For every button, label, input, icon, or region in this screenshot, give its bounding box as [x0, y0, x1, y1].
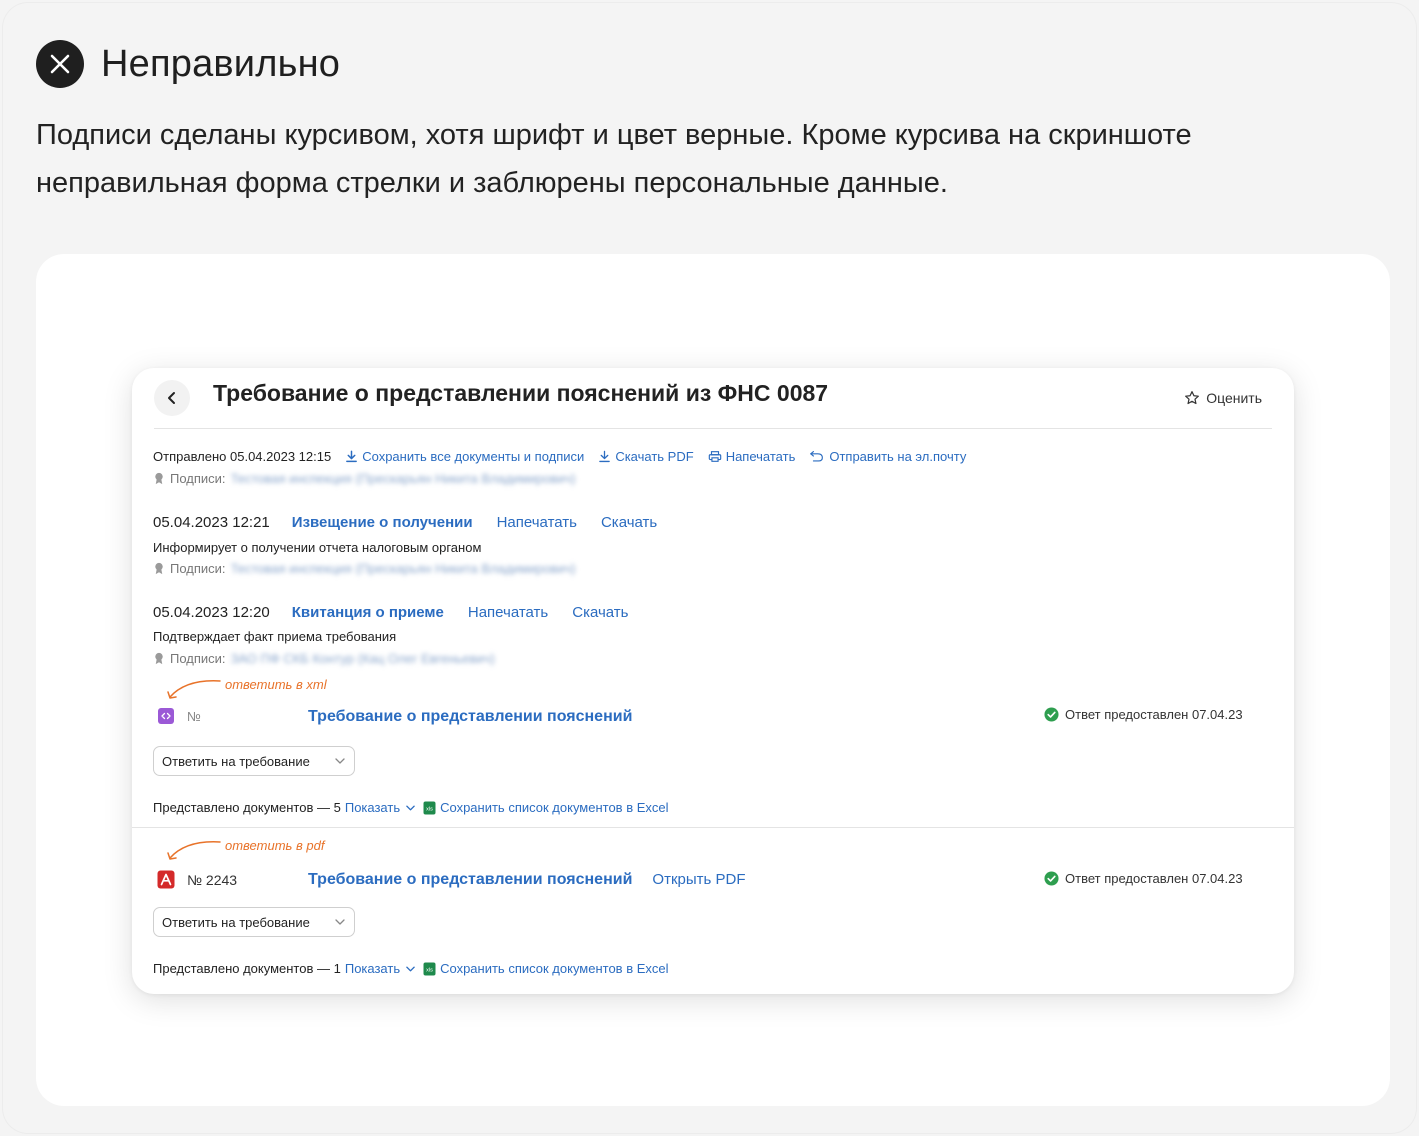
save-all-button[interactable]: Сохранить все документы и подписи	[345, 449, 584, 464]
forward-icon	[810, 451, 824, 462]
print-link[interactable]: Напечатать	[497, 514, 577, 531]
seal-icon	[155, 652, 163, 665]
heading-title: Неправильно	[101, 42, 341, 85]
example-panel: Неправильно Подписи сделаны курсивом, хо…	[2, 2, 1417, 1134]
save-all-label: Сохранить все документы и подписи	[362, 449, 585, 464]
pdf-file-icon	[157, 870, 175, 889]
status: Ответ предоставлен 07.04.23	[1044, 707, 1243, 722]
divider	[154, 428, 1272, 429]
blurred-signature: Тестовая инспекция (Прескарьян Никита Вл…	[230, 561, 576, 576]
requirement-doc-link[interactable]: Требование о представлении пояснений	[308, 871, 632, 889]
back-button[interactable]	[154, 380, 190, 416]
show-link[interactable]: Показать	[345, 961, 400, 976]
status-label: Ответ предоставлен 07.04.23	[1065, 707, 1243, 722]
excel-icon: xls	[423, 801, 436, 814]
signatures-label: Подписи:	[170, 471, 226, 486]
documents-count: Представлено документов — 5	[153, 800, 341, 815]
event-row: 05.04.2023 12:20 Квитанция о приеме Напе…	[153, 604, 628, 621]
check-circle-icon	[1044, 707, 1059, 722]
status: Ответ предоставлен 07.04.23	[1044, 871, 1243, 886]
description: Подписи сделаны курсивом, хотя шрифт и ц…	[36, 119, 1192, 199]
send-email-button[interactable]: Отправить на эл.почту	[809, 449, 966, 464]
event-date: 05.04.2023 12:21	[153, 514, 270, 531]
chevron-down-icon	[406, 966, 415, 971]
seal-icon	[155, 562, 163, 575]
sent-label: Отправлено 05.04.2023 12:15	[153, 449, 332, 464]
requirement-number: №	[187, 709, 201, 724]
close-icon	[36, 40, 84, 88]
event-description: Подтверждает факт приема требования	[153, 629, 397, 644]
reply-dropdown[interactable]: Ответить на требование	[153, 746, 355, 776]
print-button[interactable]: Напечатать	[708, 449, 796, 464]
document-screenshot: Требование о представлении пояснений из …	[132, 368, 1294, 994]
event-description: Информирует о получении отчета налоговым…	[153, 540, 482, 555]
reply-dropdown[interactable]: Ответить на требование	[153, 907, 355, 937]
blurred-signature: ЗАО ПФ СКБ Контур (Кац Олег Евгеньевич)	[230, 651, 495, 666]
excel-icon: xls	[423, 962, 436, 975]
doc-link[interactable]: Квитанция о приеме	[292, 604, 444, 621]
chevron-down-icon	[335, 758, 345, 764]
download-pdf-button[interactable]: Скачать PDF	[598, 449, 694, 464]
example-card: Требование о представлении пояснений из …	[36, 254, 1390, 1106]
seal-icon	[155, 472, 163, 485]
svg-text:xls: xls	[426, 806, 433, 812]
signatures-row: Подписи: Тестовая инспекция (Прескарьян …	[153, 471, 576, 486]
annotation-arrow-icon	[167, 680, 221, 699]
event-row: 05.04.2023 12:21 Извещение о получении Н…	[153, 514, 657, 531]
rate-label: Оценить	[1206, 390, 1262, 406]
send-email-label: Отправить на эл.почту	[829, 449, 967, 464]
documents-footer: Представлено документов — 1 Показать xls…	[153, 961, 669, 976]
svg-text:xls: xls	[426, 967, 433, 973]
print-link[interactable]: Напечатать	[468, 604, 548, 621]
page-title: Требование о представлении пояснений из …	[213, 380, 829, 406]
dropdown-label: Ответить на требование	[162, 914, 310, 930]
dropdown-label: Ответить на требование	[162, 753, 310, 769]
chevron-down-icon	[335, 919, 345, 925]
toolbar: Отправлено 05.04.2023 12:15 Сохранить вс…	[153, 449, 966, 464]
download-link[interactable]: Скачать	[572, 604, 628, 621]
signatures-label: Подписи:	[170, 561, 226, 576]
show-link[interactable]: Показать	[345, 800, 400, 815]
check-circle-icon	[1044, 871, 1059, 886]
requirement-doc-link[interactable]: Требование о представлении пояснений	[308, 708, 632, 726]
signatures-label: Подписи:	[170, 651, 226, 666]
save-excel-link[interactable]: Сохранить список документов в Excel	[440, 961, 668, 976]
chevron-left-icon	[168, 392, 175, 404]
rate-button[interactable]: Оценить	[1184, 390, 1262, 406]
annotation-label: ответить в xml	[225, 677, 327, 692]
annotation-label: ответить в pdf	[225, 838, 325, 853]
requirement-row: Требование о представлении пояснений Отк…	[308, 871, 745, 889]
signatures-row: Подписи: Тестовая инспекция (Прескарьян …	[153, 561, 576, 576]
download-pdf-label: Скачать PDF	[615, 449, 694, 464]
open-pdf-link[interactable]: Открыть PDF	[652, 871, 745, 888]
blurred-signature: Тестовая инспекция (Прескарьян Никита Вл…	[230, 471, 576, 486]
chevron-down-icon	[406, 805, 415, 810]
status-label: Ответ предоставлен 07.04.23	[1065, 871, 1243, 886]
download-icon	[599, 450, 611, 463]
printer-icon	[708, 451, 721, 462]
heading: Неправильно	[36, 40, 340, 88]
documents-count: Представлено документов — 1	[153, 961, 341, 976]
download-icon	[346, 450, 358, 463]
event-date: 05.04.2023 12:20	[153, 604, 270, 621]
requirement-number: № 2243	[187, 872, 238, 888]
annotation-arrow-icon	[167, 841, 221, 860]
documents-footer: Представлено документов — 5 Показать xls…	[153, 800, 669, 815]
xml-file-icon	[158, 708, 174, 724]
signatures-row: Подписи: ЗАО ПФ СКБ Контур (Кац Олег Евг…	[153, 651, 495, 666]
doc-link[interactable]: Извещение о получении	[292, 514, 473, 531]
print-label: Напечатать	[725, 449, 796, 464]
star-icon	[1185, 391, 1200, 405]
save-excel-link[interactable]: Сохранить список документов в Excel	[440, 800, 668, 815]
divider	[132, 827, 1294, 828]
download-link[interactable]: Скачать	[601, 514, 657, 531]
